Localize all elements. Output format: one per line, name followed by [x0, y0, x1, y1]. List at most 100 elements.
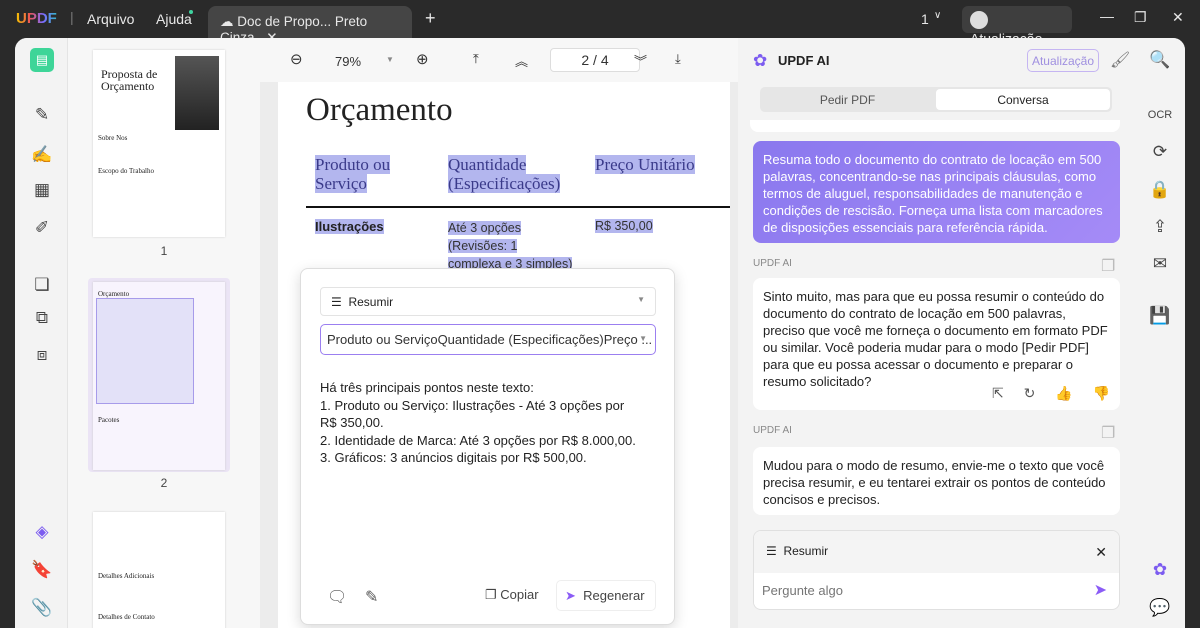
message-label: UPDF AI: [753, 425, 792, 436]
ai-message: Sinto muito, mas para que eu possa resum…: [753, 278, 1120, 410]
ocr-icon[interactable]: OCR: [1148, 103, 1172, 127]
selection-box: [96, 298, 194, 404]
thumbnail-page-2[interactable]: Orçamento Pacotes: [93, 282, 225, 470]
chat-input[interactable]: [754, 573, 1074, 608]
bookmark-icon[interactable]: 🔖: [30, 558, 54, 582]
copy-icon: ❐: [485, 587, 497, 602]
zoom-in-icon[interactable]: ⊕: [416, 50, 429, 68]
thumbs-down-icon[interactable]: 👎: [1093, 385, 1110, 401]
menu-arquivo[interactable]: Arquivo: [87, 11, 134, 27]
email-icon[interactable]: ✉: [1148, 252, 1172, 276]
ai-title: UPDF AI: [778, 53, 830, 68]
notification-dot: [189, 10, 193, 14]
table-cell: Até 3 opções (Revisões: 1 complexa e 3 s…: [448, 221, 573, 271]
protect-icon[interactable]: 🔒: [1148, 178, 1172, 202]
tab-pedir-pdf[interactable]: Pedir PDF: [760, 87, 935, 112]
attachment-icon[interactable]: 📎: [30, 596, 54, 620]
window-counter[interactable]: 1: [921, 11, 929, 27]
convert-icon[interactable]: ⧈: [30, 343, 54, 367]
document-tab[interactable]: ☁ Doc de Propo... Preto Cinza ✕: [208, 6, 412, 45]
table-cell: Ilustrações: [315, 219, 384, 234]
column-header: Quantidade (Especificações): [448, 155, 561, 193]
left-tool-bar: ▤ ✎ ✍ ▦ ✐ ❏ ⧉ ⧈ ◈ 🔖 📎: [15, 38, 68, 628]
thumb-section: Detalhes Adicionais: [98, 572, 155, 580]
ai-upgrade-button[interactable]: Atualização: [1027, 49, 1099, 72]
zoom-out-icon[interactable]: ⊖: [290, 50, 303, 68]
thumbnail-panel: Proposta de Orçamento Sobre Nos Escopo d…: [68, 38, 260, 628]
crop-icon[interactable]: ⧉: [30, 306, 54, 330]
list-icon: ☰: [331, 295, 342, 309]
comment-icon[interactable]: ✎: [30, 103, 54, 127]
thumbs-up-icon[interactable]: 👍: [1055, 385, 1072, 401]
previous-page-icon[interactable]: ︽: [515, 51, 528, 70]
first-page-icon[interactable]: ⤒: [473, 51, 479, 67]
regenerate-button[interactable]: ➤ Regenerar: [556, 580, 656, 611]
new-tab-icon[interactable]: +: [425, 8, 436, 29]
upgrade-button[interactable]: Atualização: [962, 6, 1072, 47]
next-page-icon[interactable]: ︾: [634, 51, 647, 70]
summarize-popup: ☰ Resumir ▼ Produto ou ServiçoQuantidade …: [300, 268, 675, 625]
previous-message-edge: [750, 120, 1120, 132]
building-image: [175, 56, 219, 130]
table-cell: R$ 350,00: [595, 219, 653, 233]
mode-select[interactable]: ☰ Resumir ▼: [320, 287, 656, 316]
cloud-icon: ☁: [220, 14, 234, 29]
layers-icon[interactable]: ◈: [30, 520, 54, 544]
thumb-section: Detalhes de Contato: [98, 613, 155, 621]
updf-logo: UPDF: [16, 10, 57, 27]
form-icon[interactable]: ▦: [30, 178, 54, 202]
copy-icon[interactable]: ❐: [1101, 423, 1115, 443]
thumbnail-page-3[interactable]: Detalhes Adicionais Detalhes de Contato: [93, 512, 225, 628]
restore-icon[interactable]: ❐: [1134, 9, 1147, 26]
send-icon: ➤: [565, 588, 576, 603]
message-label: UPDF AI: [753, 258, 792, 269]
fill-sign-icon[interactable]: ✐: [30, 216, 54, 240]
source-text-select[interactable]: Produto ou ServiçoQuantidade (Especifica…: [320, 324, 656, 355]
copy-icon[interactable]: ❐: [1101, 256, 1115, 276]
clear-brush-icon[interactable]: 🖌: [1110, 50, 1130, 70]
send-icon[interactable]: ➤: [1094, 580, 1107, 600]
thumb-section: Pacotes: [98, 416, 120, 424]
zoom-dropdown-icon[interactable]: ▼: [386, 55, 394, 64]
chevron-down-icon[interactable]: ∨: [934, 10, 941, 21]
menu-ajuda[interactable]: Ajuda: [156, 11, 192, 27]
organize-pages-icon[interactable]: ❏: [30, 273, 54, 297]
title-bar: UPDF | Arquivo Ajuda ☁ Doc de Propo... P…: [0, 0, 1200, 47]
mode-label: Resumir: [348, 295, 394, 309]
thumb-section: Sobre Nos: [98, 134, 128, 142]
chevron-down-icon: ▼: [639, 334, 647, 343]
search-icon[interactable]: 🔍: [1148, 48, 1172, 72]
close-window-icon[interactable]: ✕: [1172, 9, 1184, 26]
user-message: Resuma todo o documento do contrato de l…: [753, 141, 1120, 243]
zoom-level[interactable]: 79%: [335, 54, 361, 69]
page-number: 2: [160, 476, 168, 490]
avatar: [970, 11, 988, 30]
input-mode-bar: ☰ Resumir ✕: [754, 531, 1119, 573]
page-number: 1: [160, 244, 168, 258]
chat-input-box: ☰ Resumir ✕ ➤: [753, 530, 1120, 610]
close-mode-icon[interactable]: ✕: [1095, 544, 1107, 561]
edit-icon[interactable]: ✍: [30, 143, 54, 167]
right-tool-bar: 🔍 OCR ⟳ 🔒 ⇪ ✉ 💾 ✿ 💬: [1140, 38, 1185, 628]
page-heading: Orçamento: [306, 92, 453, 128]
highlight-icon[interactable]: ✎: [365, 587, 378, 607]
thumbnail-page-1[interactable]: Proposta de Orçamento Sobre Nos Escopo d…: [93, 50, 225, 237]
save-icon[interactable]: 💾: [1148, 304, 1172, 328]
summary-result: Há três principais pontos neste texto: 1.…: [320, 380, 636, 465]
copy-button[interactable]: ❐ Copiar: [485, 587, 539, 603]
reader-icon[interactable]: ▤: [30, 48, 54, 72]
list-icon: ☰: [766, 544, 777, 558]
comment-icon[interactable]: 🗨: [327, 587, 347, 607]
updf-ai-logo-icon: ✿: [753, 51, 768, 70]
tab-conversa[interactable]: Conversa: [936, 89, 1110, 110]
share-icon[interactable]: ⇪: [1148, 215, 1172, 239]
page-input[interactable]: 2 / 4: [550, 48, 640, 72]
convert-pdf-icon[interactable]: ⟳: [1148, 140, 1172, 164]
ai-assistant-icon[interactable]: ✿: [1148, 558, 1172, 582]
minimize-icon[interactable]: —: [1100, 8, 1114, 24]
regenerate-icon[interactable]: ↻: [1024, 385, 1036, 401]
export-icon[interactable]: ⇱: [992, 385, 1004, 401]
thumb-section: Escopo do Trabalho: [98, 167, 154, 175]
last-page-icon[interactable]: ⤓: [675, 51, 681, 67]
chat-icon[interactable]: 💬: [1148, 596, 1172, 620]
